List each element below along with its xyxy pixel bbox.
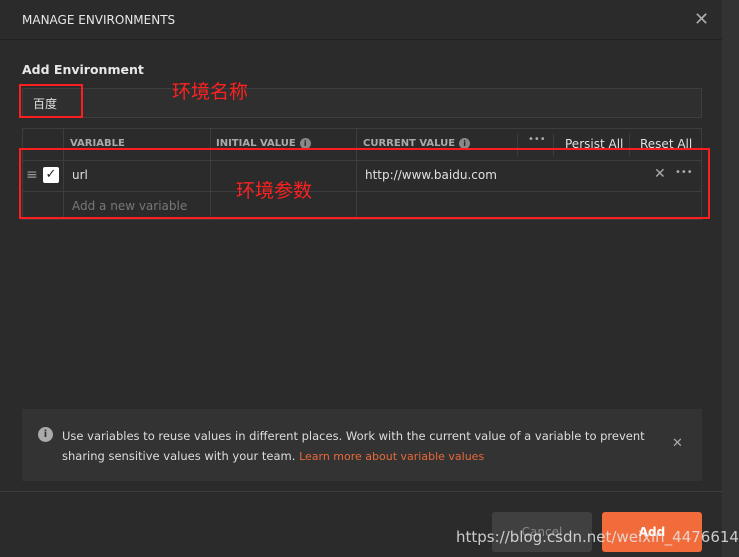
close-icon[interactable]: ✕	[694, 9, 709, 30]
annotation-label: 环境参数	[236, 180, 313, 202]
environment-name-input[interactable]	[22, 88, 702, 118]
watermark: https://blog.csdn.net/weixin_44766148	[456, 528, 739, 546]
annotation-box	[19, 148, 710, 219]
annotation-label: 环境名称	[172, 81, 249, 103]
info-text: Use variables to reuse values in differe…	[62, 426, 652, 467]
more-icon[interactable]: •••	[528, 134, 546, 145]
info-icon: i	[38, 427, 53, 442]
learn-more-link[interactable]: Learn more about variable values	[299, 450, 484, 463]
background-panel	[722, 0, 739, 557]
divider	[0, 39, 722, 40]
divider	[0, 491, 722, 492]
add-environment-label: Add Environment	[22, 62, 144, 77]
dialog-title: MANAGE ENVIRONMENTS	[22, 13, 176, 27]
info-banner: i Use variables to reuse values in diffe…	[22, 409, 702, 481]
annotation-box	[19, 84, 83, 118]
dismiss-icon[interactable]: ✕	[672, 436, 683, 451]
